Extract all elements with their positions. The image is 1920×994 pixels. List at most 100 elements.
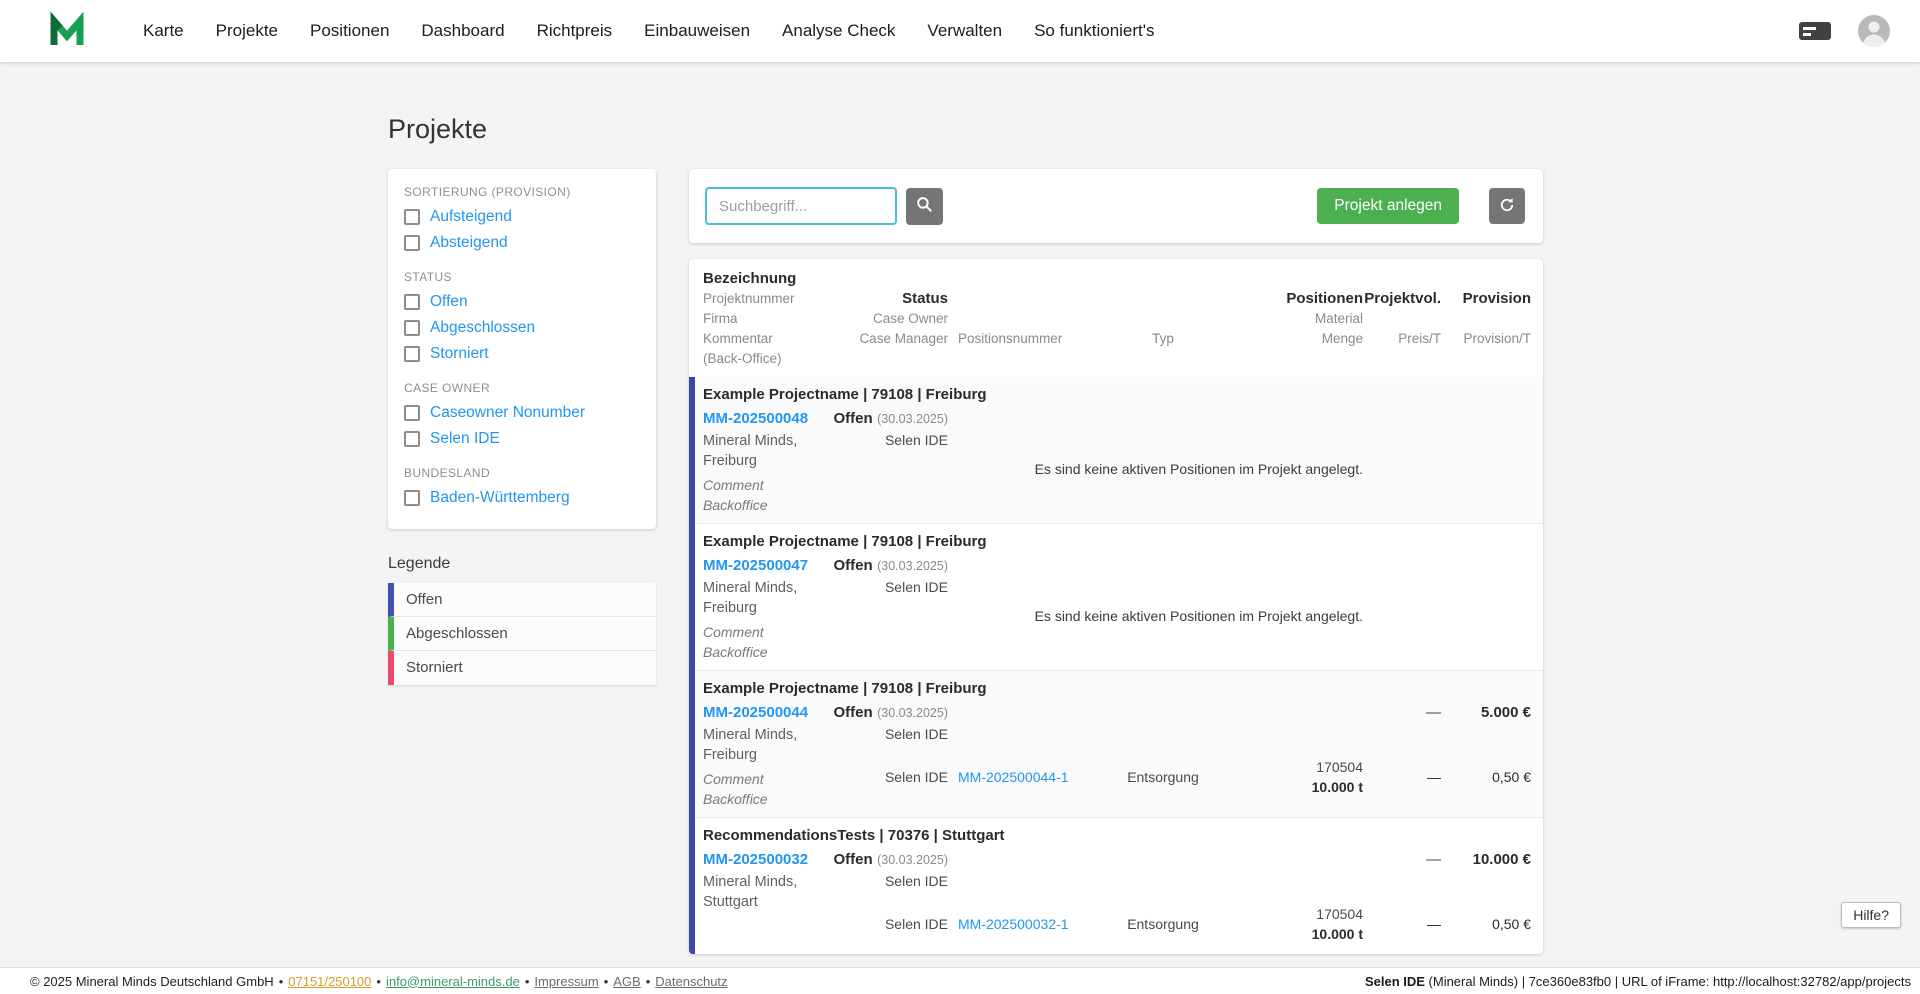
filter-option-label: Absteigend: [430, 234, 508, 251]
filter-section-title: CASE OWNER: [404, 381, 491, 395]
project-number-link[interactable]: MM-202500048: [703, 409, 833, 429]
filter-option-caseowner-nonumber[interactable]: Caseowner Nonumber: [404, 400, 640, 426]
position-number-link[interactable]: MM-202500044-1: [958, 769, 1069, 785]
filter-option-label: Offen: [430, 293, 468, 310]
project-comment: Backoffice: [703, 644, 768, 660]
legend-list: Offen Abgeschlossen Storniert: [388, 583, 656, 685]
case-owner: Selen IDE: [884, 873, 948, 889]
page-content: Projekte SORTIERUNG (PROVISION) Aufsteig…: [388, 62, 1543, 954]
create-project-button[interactable]: Projekt anlegen: [1317, 188, 1459, 224]
user-avatar-icon[interactable]: [1858, 15, 1890, 47]
position-menge: 10.000 t: [1311, 779, 1363, 795]
filter-option-label: Storniert: [430, 345, 489, 362]
nav-item-einbauweisen[interactable]: Einbauweisen: [628, 0, 766, 62]
nav-item-projekte[interactable]: Projekte: [200, 0, 294, 62]
footer-datenschutz-link[interactable]: Datenschutz: [655, 974, 727, 989]
legend-item-offen: Offen: [388, 583, 656, 617]
preis-value: —: [1426, 704, 1441, 721]
status-date: (30.03.2025): [877, 412, 948, 426]
checkbox-icon[interactable]: [404, 209, 420, 225]
nav-item-verwalten[interactable]: Verwalten: [911, 0, 1018, 62]
footer-agb-link[interactable]: AGB: [613, 974, 640, 989]
project-comment: Comment: [703, 624, 764, 640]
project-number-link[interactable]: MM-202500032: [703, 850, 833, 870]
provision-total: 10.000 €: [1472, 851, 1531, 868]
filter-option-baden-wuerttemberg[interactable]: Baden-Württemberg: [404, 485, 640, 511]
footer-separator: •: [278, 973, 284, 989]
checkbox-icon[interactable]: [404, 320, 420, 336]
project-city: Freiburg: [703, 453, 757, 469]
position-preis: —: [1427, 916, 1441, 932]
filter-option-storniert[interactable]: Storniert: [404, 341, 640, 367]
filter-option-offen[interactable]: Offen: [404, 289, 640, 315]
project-comment: Backoffice: [703, 497, 768, 513]
filter-sidebar: SORTIERUNG (PROVISION) Aufsteigend Abste…: [388, 169, 656, 685]
position-menge: 10.000 t: [1311, 926, 1363, 942]
filter-option-label: Aufsteigend: [430, 208, 512, 225]
project-company: Mineral Minds,: [703, 580, 798, 596]
project-number-link[interactable]: MM-202500044: [703, 703, 833, 723]
status-date: (30.03.2025): [877, 706, 948, 720]
position-material: 170504: [1316, 759, 1363, 775]
position-row: Selen IDE MM-202500044-1 Entsorgung 1705…: [833, 757, 1532, 797]
no-positions-message: Es sind keine aktiven Positionen im Proj…: [1034, 608, 1363, 624]
footer-separator: •: [524, 973, 530, 989]
nav-item-positionen[interactable]: Positionen: [294, 0, 405, 62]
nav-item-karte[interactable]: Karte: [127, 0, 200, 62]
filter-option-aufsteigend[interactable]: Aufsteigend: [404, 204, 640, 230]
filter-option-absteigend[interactable]: Absteigend: [404, 230, 640, 256]
filter-option-abgeschlossen[interactable]: Abgeschlossen: [404, 315, 640, 341]
legend-item-storniert: Storniert: [388, 651, 656, 685]
nav-item-so-funktionierts[interactable]: So funktioniert's: [1018, 0, 1170, 62]
refresh-button[interactable]: [1489, 188, 1525, 224]
page-title: Projekte: [388, 114, 488, 144]
project-city: Freiburg: [703, 600, 757, 616]
search-button[interactable]: [906, 187, 943, 225]
nav-item-richtpreis[interactable]: Richtpreis: [521, 0, 629, 62]
status-badge: Offen: [833, 851, 873, 868]
footer-separator: •: [645, 973, 651, 989]
case-owner: Selen IDE: [884, 432, 948, 448]
checkbox-icon[interactable]: [404, 346, 420, 362]
footer-phone-link[interactable]: 07151/250100: [288, 974, 371, 989]
footer-email-link[interactable]: info@mineral-minds.de: [386, 974, 520, 989]
nav-item-analyse-check[interactable]: Analyse Check: [766, 0, 911, 62]
project-row-title: RecommendationsTests | 70376 | Stuttgart: [703, 827, 1005, 844]
filter-option-label: Caseowner Nonumber: [430, 404, 586, 421]
project-city: Stuttgart: [703, 894, 758, 910]
checkbox-icon[interactable]: [404, 431, 420, 447]
header-col-provision: Provision Provision/T: [1462, 290, 1531, 346]
checkbox-icon[interactable]: [404, 490, 420, 506]
checkbox-icon[interactable]: [404, 235, 420, 251]
header-col-projektvol: Projektvol. Preis/T: [1364, 290, 1441, 346]
search-toolbar: Projekt anlegen: [689, 169, 1543, 243]
mineral-minds-logo-icon[interactable]: [47, 11, 87, 51]
checkbox-icon[interactable]: [404, 405, 420, 421]
filter-section-title: SORTIERUNG (PROVISION): [404, 185, 571, 199]
filter-section-title: STATUS: [404, 270, 452, 284]
help-button[interactable]: Hilfe?: [1841, 902, 1901, 928]
filter-option-selen-ide[interactable]: Selen IDE: [404, 426, 640, 452]
position-case-manager: Selen IDE: [884, 916, 948, 932]
position-number-link[interactable]: MM-202500032-1: [958, 916, 1069, 932]
status-badge: Offen: [833, 704, 873, 721]
search-icon: [915, 195, 934, 217]
project-company: Mineral Minds,: [703, 433, 798, 449]
position-row: Selen IDE MM-202500032-1 Entsorgung 1705…: [833, 904, 1532, 944]
session-info: Selen IDE (Mineral Minds) | 7ce360e83fb0…: [1365, 974, 1911, 989]
footer-impressum-link[interactable]: Impressum: [534, 974, 598, 989]
filter-option-label: Abgeschlossen: [430, 319, 536, 336]
filter-section-bundesland: BUNDESLAND Baden-Württemberg: [404, 466, 640, 511]
project-row-title: Example Projectname | 79108 | Freiburg: [703, 680, 987, 697]
case-owner: Selen IDE: [884, 726, 948, 742]
projects-table: Bezeichnung Projektnummer Firma Kommenta…: [689, 259, 1543, 954]
project-row-title: Example Projectname | 79108 | Freiburg: [703, 533, 987, 550]
nav-item-dashboard[interactable]: Dashboard: [405, 0, 520, 62]
project-number-link[interactable]: MM-202500047: [703, 556, 833, 576]
legend-item-abgeschlossen: Abgeschlossen: [388, 617, 656, 651]
footer-copyright: © 2025 Mineral Minds Deutschland GmbH: [30, 973, 274, 989]
card-reader-icon[interactable]: [1798, 20, 1832, 42]
search-input[interactable]: [705, 187, 897, 225]
status-badge: Offen: [833, 410, 873, 427]
checkbox-icon[interactable]: [404, 294, 420, 310]
